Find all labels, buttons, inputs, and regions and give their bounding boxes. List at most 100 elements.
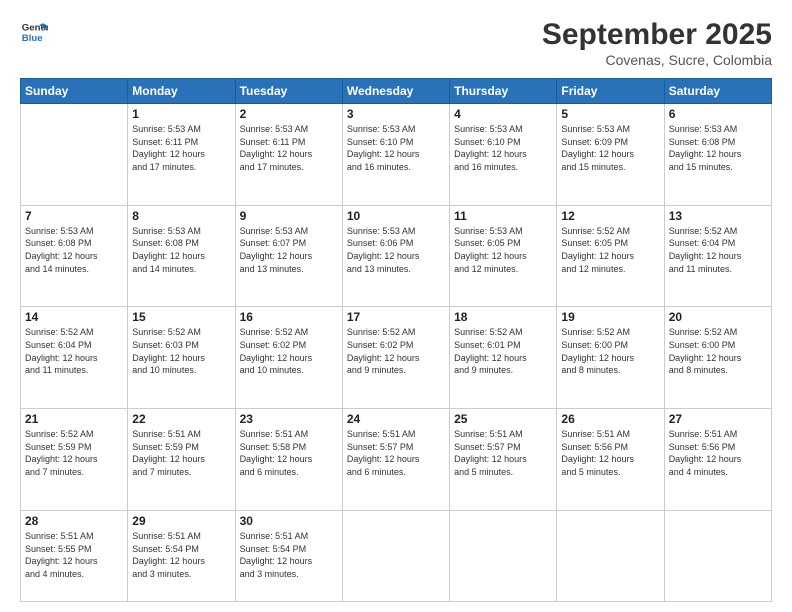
cell-details: Sunrise: 5:53 AM Sunset: 6:10 PM Dayligh… (454, 123, 552, 173)
calendar-cell: 28Sunrise: 5:51 AM Sunset: 5:55 PM Dayli… (21, 510, 128, 601)
cell-details: Sunrise: 5:53 AM Sunset: 6:08 PM Dayligh… (132, 225, 230, 275)
svg-text:Blue: Blue (22, 33, 43, 44)
header: General Blue September 2025 Covenas, Suc… (20, 18, 772, 68)
cell-details: Sunrise: 5:52 AM Sunset: 6:00 PM Dayligh… (669, 326, 767, 376)
calendar-cell: 19 Sunrise: 5:52 AM Sunset: 6:00 PM Dayli… (557, 307, 664, 409)
cell-details: Sunrise: 5:52 AM Sunset: 6:05 PM Dayligh… (561, 225, 659, 275)
title-block: September 2025 Covenas, Sucre, Colombia (542, 18, 772, 68)
day-number: 7 (25, 209, 123, 223)
calendar-cell (21, 104, 128, 206)
cell-details: Sunrise: 5:53 AM Sunset: 6:08 PM Dayligh… (669, 123, 767, 173)
calendar-cell: 9 Sunrise: 5:53 AM Sunset: 6:07 PM Daylig… (235, 205, 342, 307)
weekday-header: Monday (128, 79, 235, 104)
calendar-cell: 23Sunrise: 5:51 AM Sunset: 5:58 PM Dayli… (235, 409, 342, 511)
calendar-cell: 18Sunrise: 5:52 AM Sunset: 6:01 PM Dayli… (450, 307, 557, 409)
day-number: 17 (347, 310, 445, 324)
day-number: 15 (132, 310, 230, 324)
day-number: 16 (240, 310, 338, 324)
day-number: 1 (132, 107, 230, 121)
day-number: 3 (347, 107, 445, 121)
calendar-cell (664, 510, 771, 601)
calendar-cell: 3 Sunrise: 5:53 AM Sunset: 6:10 PM Daylig… (342, 104, 449, 206)
cell-details: Sunrise: 5:53 AM Sunset: 6:09 PM Dayligh… (561, 123, 659, 173)
day-number: 21 (25, 412, 123, 426)
cell-details: Sunrise: 5:51 AM Sunset: 5:57 PM Dayligh… (347, 428, 445, 478)
day-number: 6 (669, 107, 767, 121)
cell-details: Sunrise: 5:52 AM Sunset: 6:00 PM Dayligh… (561, 326, 659, 376)
weekday-header: Sunday (21, 79, 128, 104)
page: General Blue September 2025 Covenas, Suc… (0, 0, 792, 612)
calendar-cell: 26 Sunrise: 5:51 AM Sunset: 5:56 PM Dayli… (557, 409, 664, 511)
day-number: 2 (240, 107, 338, 121)
calendar-cell: 29Sunrise: 5:51 AM Sunset: 5:54 PM Dayli… (128, 510, 235, 601)
calendar-cell: 15 Sunrise: 5:52 AM Sunset: 6:03 PM Dayli… (128, 307, 235, 409)
calendar-week-row: 1 Sunrise: 5:53 AM Sunset: 6:11 PM Daylig… (21, 104, 772, 206)
day-number: 25 (454, 412, 552, 426)
calendar-week-row: 14 Sunrise: 5:52 AM Sunset: 6:04 PM Dayli… (21, 307, 772, 409)
day-number: 5 (561, 107, 659, 121)
cell-details: Sunrise: 5:53 AM Sunset: 6:10 PM Dayligh… (347, 123, 445, 173)
day-number: 11 (454, 209, 552, 223)
cell-details: Sunrise: 5:52 AM Sunset: 6:04 PM Dayligh… (669, 225, 767, 275)
cell-details: Sunrise: 5:53 AM Sunset: 6:06 PM Dayligh… (347, 225, 445, 275)
calendar-table: SundayMondayTuesdayWednesdayThursdayFrid… (20, 78, 772, 602)
page-subtitle: Covenas, Sucre, Colombia (542, 52, 772, 68)
calendar-cell: 20 Sunrise: 5:52 AM Sunset: 6:00 PM Dayli… (664, 307, 771, 409)
calendar-cell: 8Sunrise: 5:53 AM Sunset: 6:08 PM Daylig… (128, 205, 235, 307)
calendar-week-row: 7 Sunrise: 5:53 AM Sunset: 6:08 PM Daylig… (21, 205, 772, 307)
logo-icon: General Blue (20, 18, 48, 46)
calendar-cell: 30Sunrise: 5:51 AM Sunset: 5:54 PM Dayli… (235, 510, 342, 601)
cell-details: Sunrise: 5:53 AM Sunset: 6:11 PM Dayligh… (240, 123, 338, 173)
page-title: September 2025 (542, 18, 772, 52)
calendar-cell: 22 Sunrise: 5:51 AM Sunset: 5:59 PM Dayli… (128, 409, 235, 511)
cell-details: Sunrise: 5:53 AM Sunset: 6:05 PM Dayligh… (454, 225, 552, 275)
cell-details: Sunrise: 5:51 AM Sunset: 5:55 PM Dayligh… (25, 530, 123, 580)
calendar-cell: 17 Sunrise: 5:52 AM Sunset: 6:02 PM Dayli… (342, 307, 449, 409)
cell-details: Sunrise: 5:51 AM Sunset: 5:58 PM Dayligh… (240, 428, 338, 478)
calendar-cell: 1 Sunrise: 5:53 AM Sunset: 6:11 PM Daylig… (128, 104, 235, 206)
cell-details: Sunrise: 5:51 AM Sunset: 5:56 PM Dayligh… (669, 428, 767, 478)
calendar-cell: 7Sunrise: 5:53 AM Sunset: 6:08 PM Daylig… (21, 205, 128, 307)
day-number: 26 (561, 412, 659, 426)
calendar-cell (450, 510, 557, 601)
calendar-cell: 24 Sunrise: 5:51 AM Sunset: 5:57 PM Dayli… (342, 409, 449, 511)
calendar-cell: 6 Sunrise: 5:53 AM Sunset: 6:08 PM Daylig… (664, 104, 771, 206)
calendar-cell: 16Sunrise: 5:52 AM Sunset: 6:02 PM Dayli… (235, 307, 342, 409)
day-number: 24 (347, 412, 445, 426)
calendar-cell: 12 Sunrise: 5:52 AM Sunset: 6:05 PM Dayli… (557, 205, 664, 307)
day-number: 29 (132, 514, 230, 528)
calendar-cell: 2 Sunrise: 5:53 AM Sunset: 6:11 PM Daylig… (235, 104, 342, 206)
calendar-cell: 25 Sunrise: 5:51 AM Sunset: 5:57 PM Dayli… (450, 409, 557, 511)
calendar-week-row: 28Sunrise: 5:51 AM Sunset: 5:55 PM Dayli… (21, 510, 772, 601)
calendar-cell (557, 510, 664, 601)
calendar-cell (342, 510, 449, 601)
calendar-cell: 27 Sunrise: 5:51 AM Sunset: 5:56 PM Dayli… (664, 409, 771, 511)
weekday-header: Friday (557, 79, 664, 104)
cell-details: Sunrise: 5:52 AM Sunset: 5:59 PM Dayligh… (25, 428, 123, 478)
calendar-week-row: 21 Sunrise: 5:52 AM Sunset: 5:59 PM Dayli… (21, 409, 772, 511)
day-number: 4 (454, 107, 552, 121)
logo: General Blue (20, 18, 48, 46)
day-number: 30 (240, 514, 338, 528)
cell-details: Sunrise: 5:52 AM Sunset: 6:02 PM Dayligh… (347, 326, 445, 376)
day-number: 18 (454, 310, 552, 324)
day-number: 12 (561, 209, 659, 223)
weekday-header: Tuesday (235, 79, 342, 104)
calendar-header-row: SundayMondayTuesdayWednesdayThursdayFrid… (21, 79, 772, 104)
cell-details: Sunrise: 5:51 AM Sunset: 5:59 PM Dayligh… (132, 428, 230, 478)
calendar-cell: 21 Sunrise: 5:52 AM Sunset: 5:59 PM Dayli… (21, 409, 128, 511)
day-number: 27 (669, 412, 767, 426)
day-number: 20 (669, 310, 767, 324)
cell-details: Sunrise: 5:51 AM Sunset: 5:57 PM Dayligh… (454, 428, 552, 478)
day-number: 14 (25, 310, 123, 324)
calendar-cell: 11 Sunrise: 5:53 AM Sunset: 6:05 PM Dayli… (450, 205, 557, 307)
cell-details: Sunrise: 5:53 AM Sunset: 6:11 PM Dayligh… (132, 123, 230, 173)
day-number: 9 (240, 209, 338, 223)
cell-details: Sunrise: 5:51 AM Sunset: 5:56 PM Dayligh… (561, 428, 659, 478)
day-number: 22 (132, 412, 230, 426)
cell-details: Sunrise: 5:53 AM Sunset: 6:07 PM Dayligh… (240, 225, 338, 275)
cell-details: Sunrise: 5:52 AM Sunset: 6:04 PM Dayligh… (25, 326, 123, 376)
calendar-cell: 10Sunrise: 5:53 AM Sunset: 6:06 PM Dayli… (342, 205, 449, 307)
cell-details: Sunrise: 5:52 AM Sunset: 6:03 PM Dayligh… (132, 326, 230, 376)
day-number: 19 (561, 310, 659, 324)
